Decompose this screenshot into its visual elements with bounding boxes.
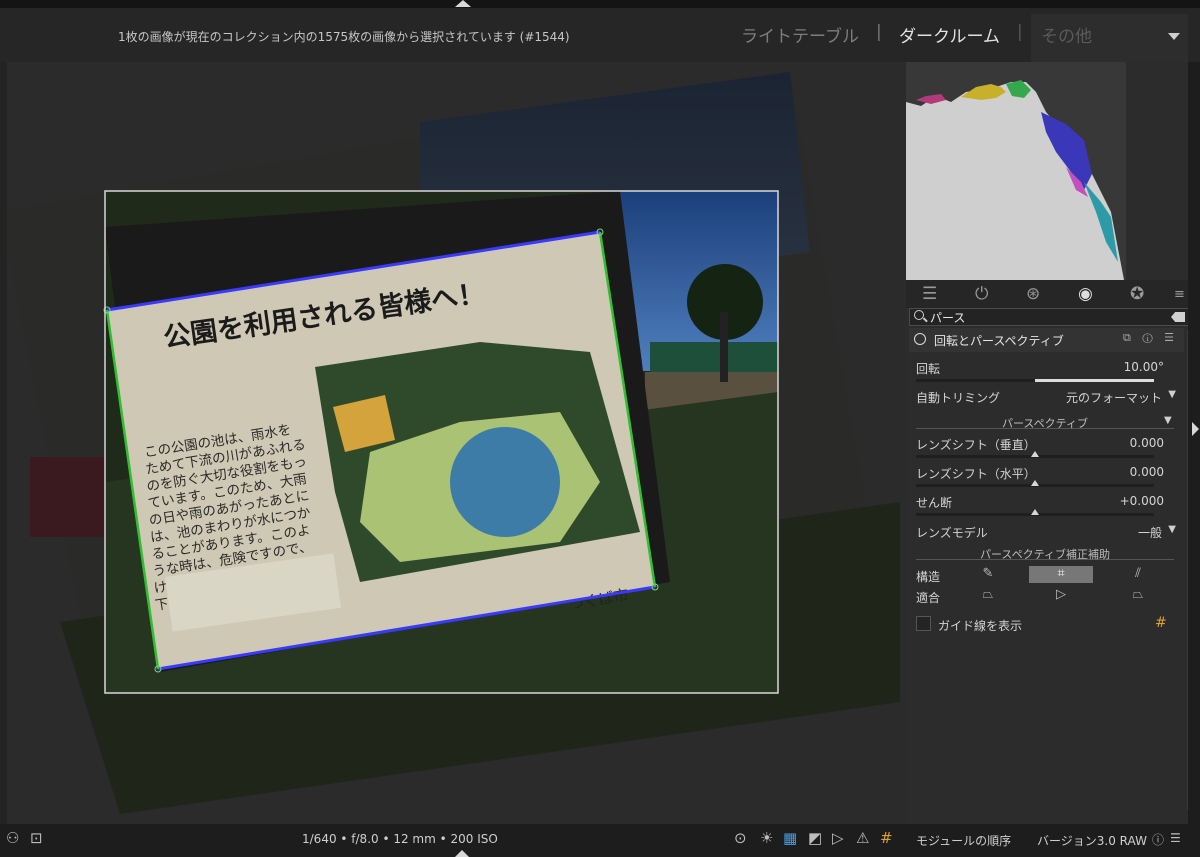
chevron-down-icon[interactable]: ▼ <box>1164 415 1172 426</box>
module-order-label: モジュールの順序 <box>916 834 1012 848</box>
module-header[interactable]: 回転とパースペクティブ ⧉ ⓘ ☰ <box>909 328 1184 352</box>
module-title: 回転とパースペクティブ <box>934 334 1064 348</box>
guides-checkbox[interactable] <box>916 616 931 631</box>
right-panel: ☰ ⏻ ⊛ ◉ ✪ ≡ 回転とパースペクティブ ⧉ ⓘ ☰ 回転 10.00° … <box>906 62 1200 824</box>
tab-presets-icon[interactable]: ☰ <box>922 284 937 304</box>
shear-label: せん断 <box>916 496 953 510</box>
auto-crop-label: 自動トリミング <box>916 391 1001 405</box>
fit-horizontal-icon[interactable]: ▷ <box>1049 587 1073 604</box>
photo-preview: 公園を利用される皆様へ！ この公園の池は、雨水をためて下流の川があふれるのを防ぐ… <box>0 72 900 814</box>
guides-label: ガイド線を表示 <box>938 619 1023 633</box>
shear-value: +0.000 <box>1119 494 1164 508</box>
softproof-icon[interactable]: ◩ <box>808 829 822 847</box>
gamut-check-icon[interactable]: ▷ <box>832 829 844 847</box>
info-icon[interactable]: ⓘ <box>1152 831 1164 848</box>
selection-info: 1枚の画像が現在のコレクション内の1575枚の画像から選択されています (#15… <box>118 30 570 44</box>
shear-marker[interactable] <box>1031 509 1039 515</box>
lens-model-combo[interactable]: レンズモデル 一般 ▼ <box>916 524 1176 542</box>
fit-both-icon[interactable]: ⏢ <box>1126 587 1150 604</box>
structure-rectangle-icon[interactable]: ⌗ <box>1029 566 1093 583</box>
exif-info: 1/640 • f/8.0 • 12 mm • 200 ISO <box>302 832 498 846</box>
lens-model-value: 一般 <box>1137 526 1162 540</box>
lens-shift-h-label: レンズシフト（水平） <box>916 467 1036 481</box>
image-canvas[interactable]: 公園を利用される皆様へ！ この公園の池は、雨水を ためて下流の川があふれる のを防ぐ… <box>0 62 906 824</box>
lens-shift-h-marker[interactable] <box>1031 480 1039 486</box>
tab-technical-icon[interactable]: ⊛ <box>1026 284 1040 304</box>
structure-draw-icon[interactable]: ✎ <box>976 566 1000 583</box>
lens-shift-h-value: 0.000 <box>1129 465 1164 479</box>
rotation-label: 回転 <box>916 362 941 376</box>
lens-shift-h-slider[interactable]: レンズシフト（水平） 0.000 <box>916 465 1176 483</box>
chevron-down-icon: ▼ <box>1168 524 1176 535</box>
bottom-panel-toggle-arrow[interactable] <box>455 850 469 857</box>
view-separator: | <box>1017 22 1023 42</box>
styles-icon[interactable]: ⚇ <box>6 829 19 847</box>
grid-icon[interactable]: # <box>1155 615 1167 631</box>
dimmed-red-car <box>30 457 110 537</box>
left-panel-edge <box>0 62 7 824</box>
lens-model-label: レンズモデル <box>916 526 988 540</box>
warning-icon[interactable]: ⚠ <box>856 829 869 847</box>
header-bar: 1枚の画像が現在のコレクション内の1575枚の画像から選択されています (#15… <box>0 8 1200 62</box>
focus-peaking-icon[interactable]: ⊙ <box>734 829 747 847</box>
rotation-fill <box>1035 379 1154 382</box>
structure-label: 構造 <box>916 570 941 584</box>
structure-lines-icon[interactable]: ⫽ <box>1126 566 1150 583</box>
view-other-label: その他 <box>1041 27 1092 47</box>
menu-icon[interactable]: ≡ <box>1174 287 1185 302</box>
auto-crop-value: 元のフォーマット <box>1065 391 1162 405</box>
module-group-tabs: ☰ ⏻ ⊛ ◉ ✪ ≡ <box>906 280 1196 308</box>
top-panel-edge <box>0 0 1200 8</box>
lens-shift-v-marker[interactable] <box>1031 451 1039 457</box>
menu-icon[interactable]: ☰ <box>1170 831 1181 845</box>
tab-effects-icon[interactable]: ✪ <box>1130 284 1144 304</box>
right-panel-toggle-arrow[interactable] <box>1192 422 1199 436</box>
rotation-value: 10.00° <box>1123 360 1164 374</box>
module-power-icon[interactable] <box>914 333 926 345</box>
histogram[interactable] <box>906 62 1126 280</box>
top-panel-toggle-arrow[interactable] <box>455 0 471 7</box>
shear-slider[interactable]: せん断 +0.000 <box>916 494 1176 512</box>
assist-section: パースペクティブ補正補助 <box>916 546 1174 561</box>
power-icon[interactable]: ⏻ <box>975 284 988 304</box>
search-input[interactable] <box>930 310 1160 325</box>
rotation-track[interactable] <box>916 379 1154 382</box>
lens-shift-v-value: 0.000 <box>1129 436 1164 450</box>
view-lighttable[interactable]: ライトテーブル <box>741 22 859 47</box>
color-wheel-icon[interactable]: ◉ <box>1078 284 1093 304</box>
rotation-slider[interactable]: 回転 10.00° <box>916 360 1176 378</box>
module-search <box>909 308 1190 326</box>
fit-label: 適合 <box>916 591 941 605</box>
perspective-section: パースペクティブ <box>916 415 1174 430</box>
right-panel-edge <box>1188 62 1200 824</box>
module-header-icons[interactable]: ⧉ ⓘ ☰ <box>1123 331 1178 345</box>
search-icon <box>914 310 924 320</box>
color-assessment-icon[interactable]: ▦ <box>783 829 797 847</box>
chevron-down-icon: ▼ <box>1168 389 1176 400</box>
view-darkroom[interactable]: ダークルーム <box>899 22 1000 47</box>
lens-shift-v-slider[interactable]: レンズシフト（垂直） 0.000 <box>916 436 1176 454</box>
footer-bar: ⚇ ⊡ 1/640 • f/8.0 • 12 mm • 200 ISO ⊙ ☀ … <box>0 824 1200 857</box>
display-icon[interactable]: ⊡ <box>30 829 43 847</box>
chevron-down-icon <box>1168 33 1180 40</box>
auto-crop-combo[interactable]: 自動トリミング 元のフォーマット ▼ <box>916 389 1176 407</box>
fit-vertical-icon[interactable]: ⏢ <box>976 587 1000 604</box>
module-order-value[interactable]: バージョン3.0 RAW <box>1037 832 1147 849</box>
guides-icon[interactable]: # <box>880 829 893 847</box>
clear-icon[interactable] <box>1171 312 1185 322</box>
crop-area[interactable]: 公園を利用される皆様へ！ この公園の池は、雨水をためて下流の川があふれるのを防ぐ… <box>103 190 779 694</box>
lightbulb-icon[interactable]: ☀ <box>760 829 773 847</box>
lens-shift-v-label: レンズシフト（垂直） <box>916 438 1036 452</box>
view-other-dropdown[interactable]: その他 <box>1031 14 1188 62</box>
view-separator: | <box>876 22 882 42</box>
